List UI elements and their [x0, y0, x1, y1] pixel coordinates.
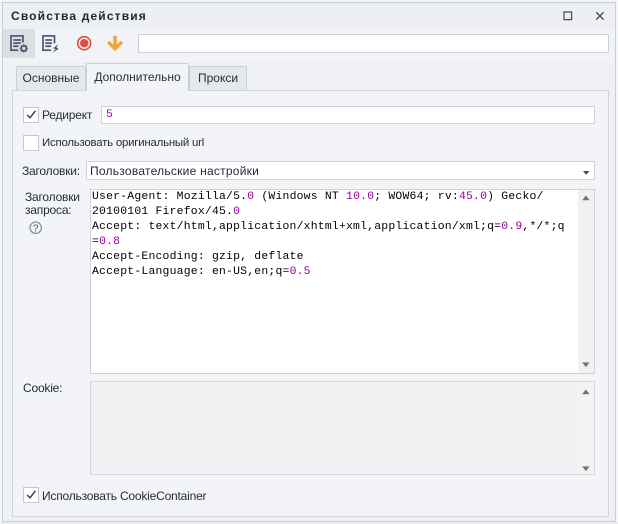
svg-text:?: ? [33, 223, 39, 234]
